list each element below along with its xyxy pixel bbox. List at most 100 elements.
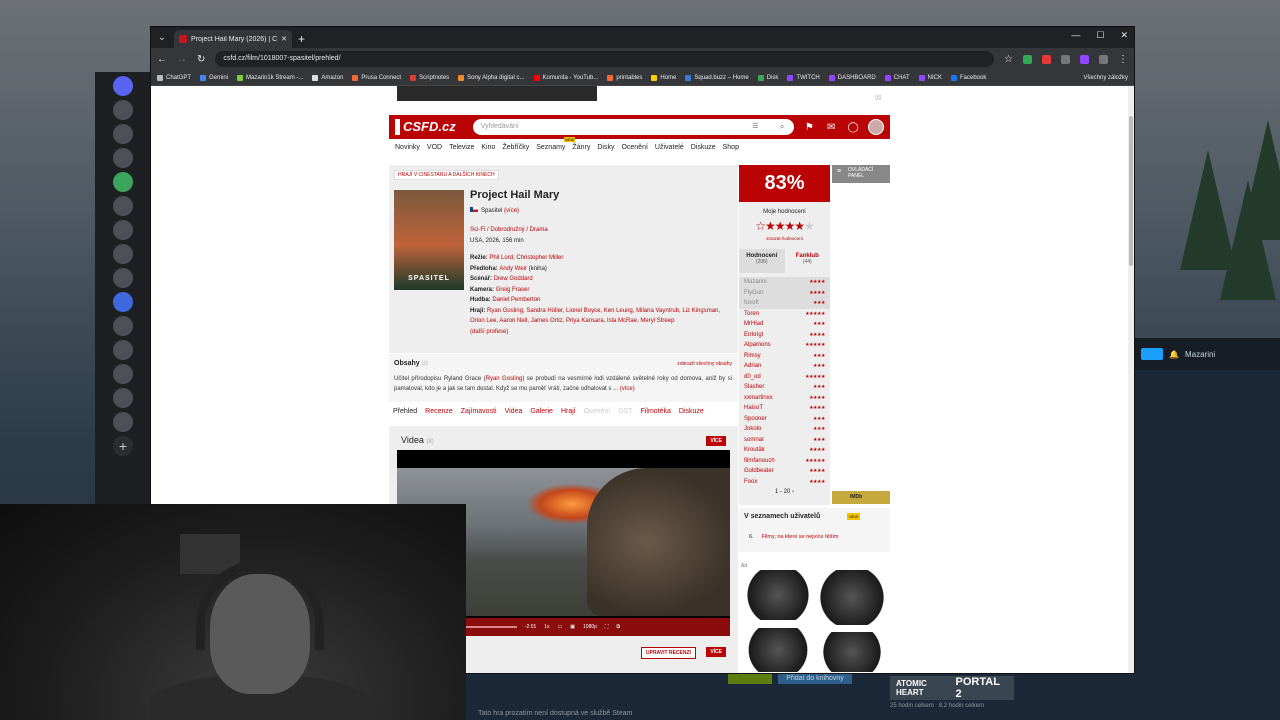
rater-row[interactable]: Toren ★★★★★ — [739, 309, 830, 320]
rater-row[interactable]: FlyGun ★★★★ — [739, 287, 830, 299]
film-tab[interactable]: OST — [618, 408, 632, 415]
rater-name[interactable]: HaisoT — [744, 403, 763, 414]
list-item[interactable]: 6. Filmy, na které se nejvíce těším — [749, 534, 839, 540]
bookmark-item[interactable]: Facebook — [951, 75, 986, 81]
theater-icon[interactable]: ⧉ — [616, 624, 620, 630]
maximize-icon[interactable]: ☐ — [1096, 30, 1104, 41]
plot-all-link[interactable]: zobrazit všechny obsahy — [677, 361, 732, 367]
discord-server-icon[interactable] — [113, 316, 133, 336]
address-bar[interactable]: csfd.cz/film/1018007-spasitel/prehled/ — [215, 51, 995, 67]
next-page-icon[interactable]: › — [792, 489, 794, 495]
extension-icon[interactable] — [1061, 54, 1070, 64]
rater-name[interactable]: FlyGun — [744, 288, 763, 299]
nav-item[interactable]: Ocenění — [621, 144, 647, 151]
nav-item[interactable]: VOD — [427, 144, 442, 151]
film-tab[interactable]: Filmotéka — [641, 408, 671, 415]
rater-name[interactable]: MrHlad — [744, 319, 763, 330]
star-empty-icon[interactable]: ☆ — [755, 219, 766, 233]
discord-home-icon[interactable] — [113, 76, 133, 96]
control-panel-button[interactable]: OVLÁDACÍ PANEL — [832, 165, 890, 183]
rater-row[interactable]: fuxoft ★★★ — [739, 298, 830, 309]
forward-icon[interactable]: → — [177, 54, 187, 65]
back-icon[interactable]: ← — [157, 54, 167, 65]
rater-name[interactable]: Goldbeater — [744, 466, 774, 477]
rater-name[interactable]: Kroutäk — [744, 445, 765, 456]
bookmark-item[interactable]: Mazarin1k Stream -... — [237, 75, 303, 81]
discord-server-icon[interactable] — [113, 388, 133, 408]
bookmark-item[interactable]: Amazon — [312, 75, 343, 81]
rater-name[interactable]: Toren — [744, 309, 759, 320]
nav-item[interactable]: Žebříčky — [502, 144, 529, 151]
discord-server-icon[interactable] — [113, 100, 133, 120]
minimize-icon[interactable]: — — [1071, 30, 1080, 41]
rater-name[interactable]: Alpamons — [744, 340, 771, 351]
rater-row[interactable]: Errkrigl ★★★★ — [739, 330, 830, 341]
chat-icon[interactable]: ◯ — [846, 122, 860, 133]
rater-row[interactable]: Foox ★★★★ — [739, 477, 830, 488]
nav-item[interactable]: Seznamy — [536, 137, 576, 151]
star-filled-icon[interactable]: ★ — [765, 219, 776, 233]
ad-product-image[interactable] — [743, 570, 813, 620]
nav-item[interactable]: Kino — [481, 144, 495, 151]
credit-names[interactable]: Daniel Pemberton — [492, 297, 540, 303]
credit-names[interactable]: Drew Goddard — [494, 276, 533, 282]
fullscreen-icon[interactable]: ⛶ — [605, 624, 609, 630]
rater-row[interactable]: filmfanouch ★★★★★ — [739, 456, 830, 467]
rater-row[interactable]: MrHlad ★★★ — [739, 319, 830, 330]
close-window-icon[interactable]: ✕ — [1120, 30, 1128, 41]
discord-server-icon[interactable] — [113, 268, 133, 288]
plot-more-link[interactable]: (více) — [620, 386, 635, 392]
close-tab-icon[interactable]: ✕ — [281, 35, 287, 43]
steam-friends-button[interactable] — [1141, 348, 1163, 360]
bookmark-item[interactable]: TWITCH — [787, 75, 819, 81]
delete-rating-link[interactable]: smazat hodnocení — [739, 236, 830, 241]
bookmark-item[interactable]: Gemini — [200, 75, 228, 81]
extension-icon[interactable] — [1080, 54, 1089, 64]
rater-name[interactable]: Errkrigl — [744, 330, 763, 341]
search-icon[interactable]: ⌕ — [780, 119, 784, 135]
film-tab[interactable]: Galerie — [530, 408, 553, 415]
bookmark-item[interactable]: Komunita - YouTub... — [534, 75, 599, 81]
rater-name[interactable]: Spooner — [744, 414, 767, 425]
discord-server-icon[interactable] — [113, 172, 133, 192]
bookmark-item[interactable]: printables — [607, 75, 642, 81]
plot-actor-link[interactable]: Ryan Gosling — [486, 376, 523, 382]
discord-server-icon[interactable] — [113, 124, 133, 144]
bookmark-icon[interactable]: ⚑ — [802, 122, 816, 133]
rater-name[interactable]: xxmartinxx — [744, 393, 773, 404]
cinema-tag[interactable]: HRAJÍ V CINESTARU A DALŠÍCH KINECH — [394, 170, 499, 180]
rater-name[interactable]: Slasher — [744, 382, 764, 393]
credit-names[interactable]: Ryan Gosling, Sandra Hüller, Lionel Boyc… — [470, 308, 720, 325]
nav-item[interactable]: Disky — [597, 144, 614, 151]
search-input[interactable]: Vyhledávání ☰ ⌕ — [472, 119, 795, 135]
all-bookmarks[interactable]: Všechny záložky — [1083, 75, 1128, 81]
bookmark-item[interactable]: ChatGPT — [157, 75, 191, 81]
bookmark-item[interactable]: CHAT — [885, 75, 910, 81]
my-rating-stars[interactable]: ☆★★★★★ — [739, 219, 830, 233]
film-tab[interactable]: Diskuze — [679, 408, 704, 415]
rater-row[interactable]: Kroutäk ★★★★ — [739, 445, 830, 456]
bookmark-item[interactable]: Squad.buzz – Home — [685, 75, 748, 81]
extension-icon[interactable] — [1023, 54, 1032, 64]
discord-server-icon[interactable] — [113, 412, 133, 432]
film-tab[interactable]: Zajímavosti — [461, 408, 497, 415]
user-avatar[interactable] — [868, 119, 885, 135]
review-more-button[interactable]: VÍCE — [706, 647, 726, 657]
nav-item[interactable]: Žánry — [572, 144, 590, 151]
rater-row[interactable]: Jokolo ★★★ — [739, 424, 830, 435]
steam-game-tile[interactable]: ATOMIC HEART PORTAL 2 — [890, 676, 1014, 700]
top-banner-ad[interactable] — [397, 86, 597, 101]
rater-row[interactable]: Adrian ★★★ — [739, 361, 830, 372]
videos-more-button[interactable]: VÍCE — [706, 436, 726, 446]
bookmark-item[interactable]: DASHBOARD — [829, 75, 876, 81]
extensions-puzzle-icon[interactable] — [1099, 54, 1108, 64]
steam-username[interactable]: Mazarini — [1185, 350, 1215, 359]
search-filter-icon[interactable]: ☰ — [752, 119, 758, 135]
steam-wishlist-button[interactable]: Přidat do knihovny — [778, 674, 852, 684]
discord-server-icon[interactable] — [113, 244, 133, 264]
more-professions-link[interactable]: (další profese) — [470, 329, 508, 335]
nav-item[interactable]: Diskuze — [691, 144, 716, 151]
rater-row[interactable]: Rimsy ★★★ — [739, 351, 830, 362]
bookmark-item[interactable]: Scriptnotes — [410, 75, 449, 81]
credit-names[interactable]: Andy Weir — [499, 266, 527, 272]
